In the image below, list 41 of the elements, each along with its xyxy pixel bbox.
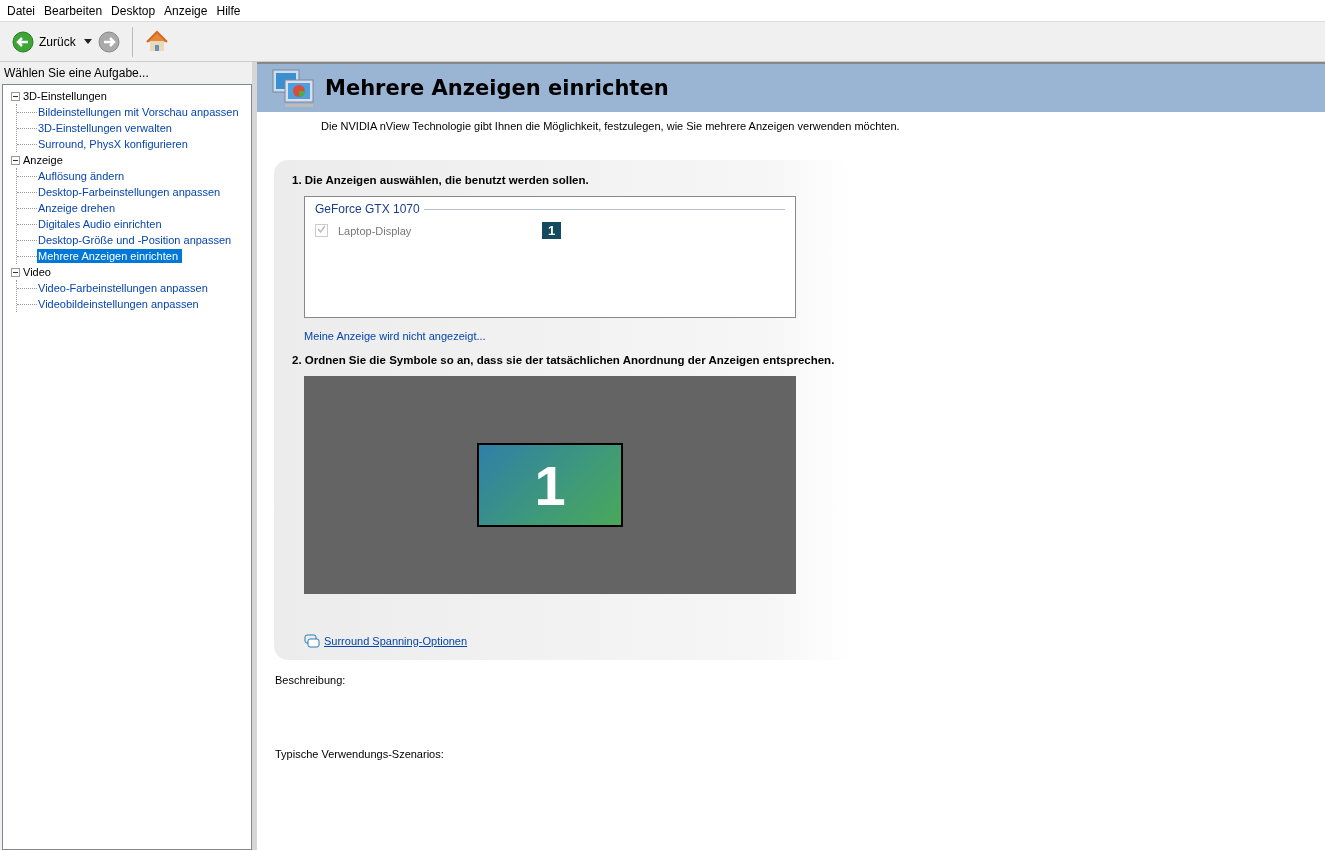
tree-item[interactable]: 3D-Einstellungen verwalten bbox=[37, 121, 176, 135]
tree-item[interactable]: Bildeinstellungen mit Vorschau anpassen bbox=[37, 105, 243, 119]
tree-item[interactable]: Anzeige drehen bbox=[37, 201, 120, 215]
display-name: Laptop-Display bbox=[338, 224, 413, 237]
menu-item[interactable]: Desktop bbox=[108, 3, 162, 18]
menu-item[interactable]: Hilfe bbox=[213, 3, 247, 18]
collapse-icon[interactable] bbox=[11, 155, 20, 165]
tree-category[interactable]: Video bbox=[23, 266, 51, 278]
surround-icon bbox=[304, 634, 320, 648]
scenarios-label: Typische Verwendungs-Szenarios: bbox=[275, 748, 445, 760]
tree-item[interactable]: Desktop-Farbeinstellungen anpassen bbox=[37, 185, 225, 199]
menu-item[interactable]: Datei bbox=[4, 3, 41, 18]
help-link[interactable]: Meine Anzeige wird nicht angezeigt... bbox=[304, 330, 486, 342]
page-title: Mehrere Anzeigen einrichten bbox=[325, 76, 669, 100]
collapse-icon[interactable] bbox=[11, 267, 20, 277]
back-button[interactable]: Zurück bbox=[10, 28, 78, 55]
tree-item[interactable]: Video-Farbeinstellungen anpassen bbox=[37, 281, 212, 295]
menu-item[interactable]: Bearbeiten bbox=[41, 3, 109, 18]
step-heading: 2. Ordnen Sie die Symbole so an, dass sie der tatsächlichen Anordnung der Anzeigen entsprechen. bbox=[292, 354, 836, 366]
surround-link[interactable]: Surround Spanning-Optionen bbox=[324, 635, 468, 647]
collapse-icon[interactable] bbox=[11, 91, 20, 101]
menu-item[interactable]: Anzeige bbox=[161, 3, 214, 18]
display-number: 1 bbox=[542, 222, 562, 239]
description-label: Beschreibung: bbox=[275, 674, 347, 686]
tree-category[interactable]: Anzeige bbox=[23, 154, 63, 166]
panel-title: Wählen Sie eine Aufgabe... bbox=[3, 65, 150, 82]
step-heading: 1. Die Anzeigen auswählen, die benutzt werden sollen. bbox=[292, 174, 590, 186]
gpu-name: GeForce GTX 1070 bbox=[315, 202, 420, 216]
tree-item[interactable]: Auflösung ändern bbox=[37, 169, 129, 183]
tree-item[interactable]: Digitales Audio einrichten bbox=[37, 217, 166, 231]
intro-text: Die NVIDIA nView Technologie gibt Ihnen die Möglichkeit, festzulegen, wie Sie mehrere Anzeigen verwenden möchten. bbox=[321, 120, 900, 132]
tree-item[interactable]: Mehrere Anzeigen einrichten bbox=[37, 249, 183, 263]
tree-category[interactable]: 3D-Einstellungen bbox=[23, 90, 107, 102]
monitor-tile[interactable]: 1 bbox=[477, 443, 623, 527]
forward-icon[interactable] bbox=[97, 30, 120, 53]
caret-icon[interactable] bbox=[83, 39, 92, 44]
monitors-icon bbox=[271, 68, 315, 108]
tree-item[interactable]: Desktop-Größe und -Position anpassen bbox=[37, 233, 236, 247]
tree-item[interactable]: Videobildeinstellungen anpassen bbox=[37, 297, 203, 311]
home-icon[interactable] bbox=[144, 29, 169, 54]
tree-item[interactable]: Surround, PhysX konfigurieren bbox=[37, 137, 192, 151]
